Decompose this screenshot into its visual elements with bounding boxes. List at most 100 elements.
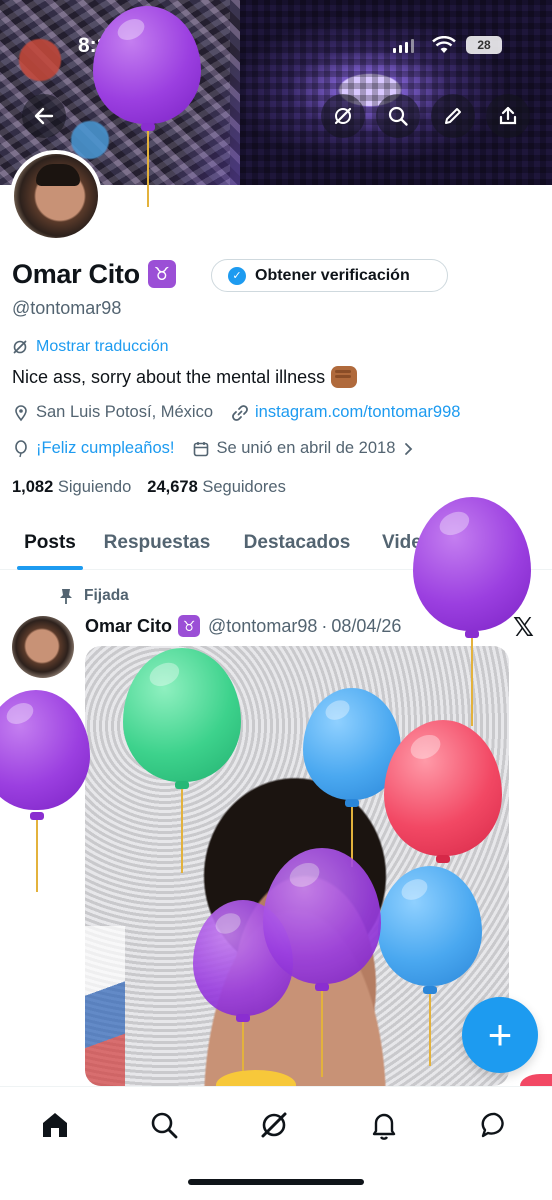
bio-text: Nice ass, sorry about the mental illness	[12, 366, 326, 387]
profile-bio: Nice ass, sorry about the mental illness	[12, 366, 358, 388]
balloon-string	[321, 991, 323, 1077]
x-logo-icon: 𝕏	[513, 613, 534, 643]
balloon-string	[147, 131, 149, 207]
search-icon	[388, 106, 408, 126]
balloon-knot	[141, 123, 155, 131]
followers-count: 24,678	[147, 478, 198, 496]
website-link[interactable]: instagram.com/tontomar998	[231, 403, 460, 422]
post-separator: ·	[321, 615, 328, 636]
wifi-icon	[432, 36, 456, 53]
get-verified-label: Obtener verificación	[255, 266, 410, 284]
birthday-text: ¡Feliz cumpleaños!	[36, 439, 175, 457]
balloon-knot	[465, 630, 479, 638]
balloon-knot	[423, 986, 437, 994]
chevron-right-icon	[405, 442, 413, 455]
post-author-avatar[interactable]	[12, 616, 74, 678]
bottom-navigation	[0, 1086, 552, 1200]
balloon-string	[36, 820, 38, 892]
balloon	[93, 6, 201, 124]
balloon-string	[429, 994, 431, 1066]
plus-icon: +	[487, 1011, 513, 1058]
cellular-signal-icon	[393, 39, 414, 53]
calendar-icon	[194, 441, 209, 456]
website-text: instagram.com/tontomar998	[255, 403, 461, 421]
profile-avatar[interactable]	[10, 150, 102, 242]
balloon	[378, 866, 482, 986]
tab-posts[interactable]: Posts	[13, 516, 87, 570]
post-header: Omar Cito ♉ @tontomar98 · 08/04/26	[85, 613, 401, 639]
balloon-knot	[315, 983, 329, 991]
balloon-string	[181, 789, 183, 873]
messages-icon	[481, 1112, 504, 1138]
following-count: 1,082	[12, 478, 54, 496]
get-verified-button[interactable]: ✓ Obtener verificación	[211, 259, 448, 292]
grok-icon	[261, 1112, 287, 1138]
notifications-icon	[372, 1113, 396, 1140]
post-image-detail	[85, 926, 125, 1086]
balloon-icon	[15, 439, 27, 457]
balloon	[384, 720, 502, 856]
balloon-string	[242, 1022, 244, 1074]
battery-icon: 28	[466, 36, 502, 54]
balloon-knot	[436, 855, 450, 863]
taurus-icon: ♉	[147, 260, 176, 288]
follow-stats: 1,082 Siguiendo 24,678 Seguidores	[12, 478, 286, 497]
back-button[interactable]	[22, 94, 66, 138]
search-icon	[151, 1112, 178, 1139]
link-icon	[232, 404, 248, 421]
followers-label: Seguidores	[202, 478, 286, 496]
post-author-handle: @tontomar98	[208, 615, 318, 636]
pinned-label: Fijada	[84, 587, 129, 604]
balloon-knot	[345, 799, 359, 807]
nav-grok[interactable]	[246, 1103, 302, 1147]
show-translation-link[interactable]: Mostrar traducción	[12, 338, 169, 356]
tab-replies[interactable]: Respuestas	[87, 516, 227, 570]
verified-check-icon: ✓	[228, 266, 246, 285]
location-pin-icon	[15, 404, 27, 421]
nav-search[interactable]	[136, 1103, 192, 1147]
profile-meta-row: San Luis Potosí, México instagram.com/to…	[12, 403, 478, 422]
location: San Luis Potosí, México	[12, 403, 213, 422]
grok-button[interactable]	[321, 94, 365, 138]
balloon-knot	[30, 812, 44, 820]
status-bar: 8:18 28	[0, 26, 552, 66]
fist-bump-icon	[331, 366, 358, 388]
following-link[interactable]: 1,082 Siguiendo	[12, 478, 131, 497]
show-translation-label: Mostrar traducción	[36, 338, 169, 355]
birthday[interactable]: ¡Feliz cumpleaños!	[12, 439, 174, 458]
balloon-string	[471, 638, 473, 726]
nav-notifications[interactable]	[356, 1103, 412, 1147]
post-author-name[interactable]: Omar Cito	[85, 616, 172, 637]
joined-text: Se unió en abril de 2018	[216, 439, 396, 457]
profile-name-row: Omar Cito ♉	[12, 256, 176, 292]
share-icon	[499, 106, 517, 125]
balloon	[263, 848, 381, 984]
profile-meta-row-2: ¡Feliz cumpleaños! Se unió en abril de 2…	[12, 439, 433, 458]
profile-handle: @tontomar98	[12, 298, 122, 318]
pinned-indicator: Fijada	[58, 587, 129, 605]
grok-icon	[13, 340, 27, 354]
balloon-knot	[236, 1014, 250, 1022]
joined-date[interactable]: Se unió en abril de 2018	[192, 439, 415, 458]
edit-button[interactable]	[431, 94, 475, 138]
share-button[interactable]	[486, 94, 530, 138]
balloon-knot	[175, 781, 189, 789]
nav-messages[interactable]	[467, 1103, 523, 1147]
search-button[interactable]	[376, 94, 420, 138]
location-text: San Luis Potosí, México	[36, 403, 214, 421]
home-icon	[43, 1113, 67, 1137]
pin-icon	[60, 589, 72, 604]
tab-highlights[interactable]: Destacados	[227, 516, 367, 570]
balloon	[0, 690, 90, 810]
home-indicator	[188, 1179, 364, 1185]
compose-post-button[interactable]: +	[462, 997, 538, 1073]
taurus-icon: ♉	[178, 615, 201, 637]
display-name: Omar Cito	[12, 258, 140, 289]
pencil-icon	[445, 108, 461, 124]
balloon	[123, 648, 241, 782]
nav-home[interactable]	[27, 1103, 83, 1147]
following-label: Siguiendo	[57, 478, 132, 496]
grok-icon	[334, 107, 352, 125]
followers-link[interactable]: 24,678 Seguidores	[147, 478, 286, 497]
balloon	[413, 497, 531, 631]
